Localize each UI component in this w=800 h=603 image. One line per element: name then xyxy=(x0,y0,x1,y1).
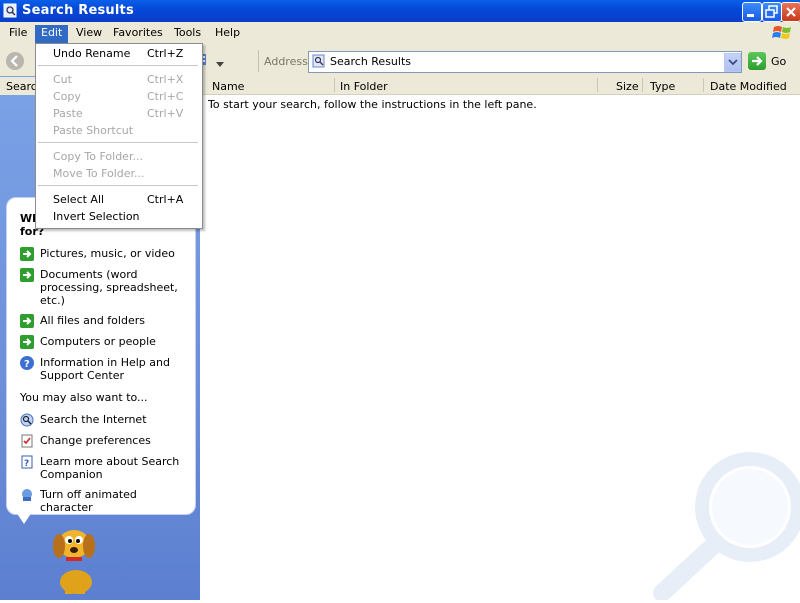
menu-file[interactable]: File xyxy=(3,25,33,43)
column-in-folder[interactable]: In Folder xyxy=(340,80,388,93)
menu-separator xyxy=(38,65,198,66)
window-title: Search Results xyxy=(22,3,134,18)
column-divider[interactable] xyxy=(334,78,335,92)
also-heading: You may also want to... xyxy=(20,391,148,404)
menu-item-invert-selection[interactable]: Invert Selection xyxy=(53,210,140,223)
menu-favorites[interactable]: Favorites xyxy=(107,25,169,43)
shortcut-paste: Ctrl+V xyxy=(147,107,184,120)
address-dropdown-button[interactable] xyxy=(724,53,741,72)
title-bar[interactable]: Search Results xyxy=(0,0,800,22)
green-arrow-icon xyxy=(20,335,34,349)
column-divider[interactable] xyxy=(703,78,704,92)
column-name[interactable]: Name xyxy=(212,80,244,93)
column-divider[interactable] xyxy=(642,78,643,92)
menu-tools[interactable]: Tools xyxy=(168,25,207,43)
column-date-modified[interactable]: Date Modified xyxy=(710,80,787,93)
help-book-icon: ? xyxy=(20,455,34,469)
minimize-button[interactable] xyxy=(742,2,762,22)
menu-item-copy[interactable]: Copy xyxy=(53,90,81,103)
search-dog-character-icon[interactable] xyxy=(48,522,104,596)
menu-help[interactable]: Help xyxy=(209,25,246,43)
character-icon xyxy=(20,488,34,502)
menu-separator xyxy=(38,142,198,143)
column-size[interactable]: Size xyxy=(616,80,639,93)
menu-item-undo-rename[interactable]: Undo Rename xyxy=(53,47,130,60)
menu-item-cut[interactable]: Cut xyxy=(53,73,72,86)
green-arrow-icon xyxy=(20,314,34,328)
chevron-down-icon[interactable] xyxy=(216,58,224,67)
go-arrow-icon[interactable] xyxy=(748,52,766,70)
menu-item-move-to-folder[interactable]: Move To Folder... xyxy=(53,167,145,180)
go-button[interactable]: Go xyxy=(771,55,786,68)
menu-view[interactable]: View xyxy=(70,25,108,43)
menu-item-paste-shortcut[interactable]: Paste Shortcut xyxy=(53,124,133,137)
address-label: Address xyxy=(264,55,308,68)
green-arrow-icon xyxy=(20,247,34,261)
search-window-icon xyxy=(3,3,18,18)
results-hint: To start your search, follow the instruc… xyxy=(208,98,537,111)
search-folder-icon xyxy=(312,54,326,68)
magnifier-watermark-icon xyxy=(640,445,800,602)
menu-item-copy-to-folder[interactable]: Copy To Folder... xyxy=(53,150,143,163)
balloon-tail xyxy=(16,512,32,524)
column-type[interactable]: Type xyxy=(650,80,675,93)
menu-item-select-all[interactable]: Select All xyxy=(53,193,104,206)
back-button[interactable] xyxy=(6,52,24,70)
column-divider[interactable] xyxy=(597,78,598,92)
restore-button[interactable] xyxy=(762,2,782,22)
shortcut-select-all: Ctrl+A xyxy=(147,193,184,206)
green-arrow-icon xyxy=(20,268,34,282)
svg-text:?: ? xyxy=(24,459,29,469)
windows-logo-icon xyxy=(772,23,794,43)
help-icon: ? xyxy=(20,356,34,370)
address-value: Search Results xyxy=(330,55,412,68)
menu-separator xyxy=(38,185,198,186)
close-button[interactable] xyxy=(781,2,800,22)
search-internet-icon xyxy=(20,413,34,427)
svg-text:?: ? xyxy=(24,359,30,370)
toolbar-divider xyxy=(258,50,259,72)
shortcut-copy: Ctrl+C xyxy=(147,90,184,103)
menu-edit[interactable]: Edit xyxy=(35,25,69,43)
shortcut-undo: Ctrl+Z xyxy=(147,47,184,60)
preferences-icon xyxy=(20,434,34,448)
menu-item-paste[interactable]: Paste xyxy=(53,107,83,120)
shortcut-cut: Ctrl+X xyxy=(147,73,184,86)
